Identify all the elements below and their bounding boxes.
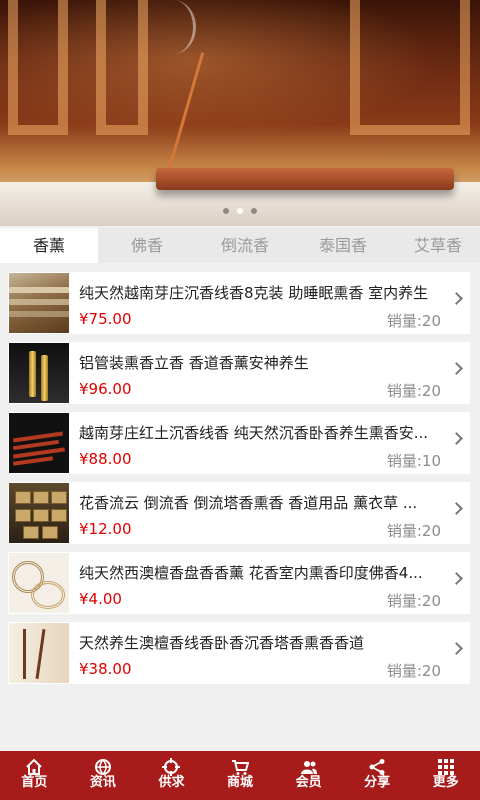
banner-lattice (8, 0, 68, 135)
product-thumbnail (9, 553, 69, 613)
carousel-dot[interactable] (251, 208, 257, 214)
product-sales: 销量:20 (386, 662, 441, 680)
banner-lattice (350, 0, 470, 135)
home-icon (0, 751, 69, 775)
product-price: ¥96.00 (79, 380, 132, 398)
incense-smoke (150, 0, 196, 54)
product-sales: 销量:10 (386, 452, 441, 470)
product-item[interactable]: 纯天然西澳檀香盘香香薰 花香室内熏香印度佛香4... ¥4.00 销量:20 (8, 552, 470, 614)
globe-icon (69, 751, 138, 776)
product-title: 天然养生澳檀香线香卧香沉香塔香熏香香道 (79, 634, 365, 652)
chevron-right-icon (450, 642, 463, 655)
product-price: ¥88.00 (79, 450, 132, 468)
product-title: 花香流云 倒流香 倒流塔香熏香 香道用品 薰衣草 ... (79, 494, 418, 512)
product-title: 铝管装熏香立香 香道香薰安神养生 (79, 354, 309, 372)
product-item[interactable]: 越南芽庄红土沉香线香 纯天然沉香卧香养生熏香安... ¥88.00 销量:10 (8, 412, 470, 474)
cart-icon (206, 751, 275, 775)
product-sales: 销量:20 (386, 522, 441, 540)
nav-label: 更多 (432, 775, 459, 790)
product-item[interactable]: 铝管装熏香立香 香道香薰安神养生 ¥96.00 销量:20 (8, 342, 470, 404)
chevron-right-icon (450, 572, 463, 585)
nav-more[interactable]: 更多 (411, 751, 480, 800)
product-price: ¥38.00 (79, 660, 132, 678)
carousel-dot-active[interactable] (237, 208, 243, 214)
target-icon (137, 751, 206, 776)
nav-member[interactable]: 会员 (274, 751, 343, 800)
tab-taiguoxiang[interactable]: 泰国香 (294, 228, 392, 263)
hero-banner[interactable] (0, 0, 480, 226)
share-icon (343, 751, 412, 775)
product-price: ¥4.00 (79, 590, 122, 608)
nav-share[interactable]: 分享 (343, 751, 412, 800)
product-price: ¥12.00 (79, 520, 132, 538)
category-tabs: 香薰 佛香 倒流香 泰国香 艾草香 (0, 228, 480, 263)
nav-label: 供求 (158, 775, 185, 790)
chevron-right-icon (450, 362, 463, 375)
tab-daoliuxiang[interactable]: 倒流香 (196, 228, 294, 263)
banner-lattice (96, 0, 148, 135)
product-title: 纯天然西澳檀香盘香香薰 花香室内熏香印度佛香4... (79, 564, 423, 582)
chevron-right-icon (450, 432, 463, 445)
nav-label: 会员 (295, 775, 322, 790)
nav-mall[interactable]: 商城 (206, 751, 275, 800)
tab-aicaoxiang[interactable]: 艾草香 (392, 228, 480, 263)
incense-burner (156, 168, 454, 190)
product-item[interactable]: 天然养生澳檀香线香卧香沉香塔香熏香香道 ¥38.00 销量:20 (8, 622, 470, 684)
product-sales: 销量:20 (386, 592, 441, 610)
product-thumbnail (9, 343, 69, 403)
product-title: 纯天然越南芽庄沉香线香8克装 助睡眠熏香 室内养生 (79, 284, 429, 302)
carousel-indicator[interactable] (0, 208, 480, 214)
product-thumbnail (9, 483, 69, 543)
tab-xiangxun[interactable]: 香薰 (0, 228, 98, 263)
chevron-right-icon (450, 292, 463, 305)
product-sales: 销量:20 (386, 312, 441, 330)
product-item[interactable]: 纯天然越南芽庄沉香线香8克装 助睡眠熏香 室内养生 ¥75.00 销量:20 (8, 272, 470, 334)
users-icon (274, 751, 343, 775)
product-item[interactable]: 花香流云 倒流香 倒流塔香熏香 香道用品 薰衣草 ... ¥12.00 销量:2… (8, 482, 470, 544)
nav-supply[interactable]: 供求 (137, 751, 206, 800)
nav-label: 资讯 (89, 775, 116, 790)
bottom-nav: 首页 资讯 供求 商城 会员 分享 更多 (0, 751, 480, 800)
nav-home[interactable]: 首页 (0, 751, 69, 800)
nav-label: 分享 (364, 775, 391, 790)
product-sales: 销量:20 (386, 382, 441, 400)
product-title: 越南芽庄红土沉香线香 纯天然沉香卧香养生熏香安... (79, 424, 429, 442)
nav-news[interactable]: 资讯 (69, 751, 138, 800)
chevron-right-icon (450, 502, 463, 515)
grid-icon (411, 751, 480, 775)
nav-label: 首页 (21, 775, 48, 790)
tab-foxiang[interactable]: 佛香 (98, 228, 196, 263)
product-price: ¥75.00 (79, 310, 132, 328)
carousel-dot[interactable] (223, 208, 229, 214)
product-thumbnail (9, 273, 69, 333)
product-thumbnail (9, 413, 69, 473)
nav-label: 商城 (227, 775, 254, 790)
product-thumbnail (9, 623, 69, 683)
